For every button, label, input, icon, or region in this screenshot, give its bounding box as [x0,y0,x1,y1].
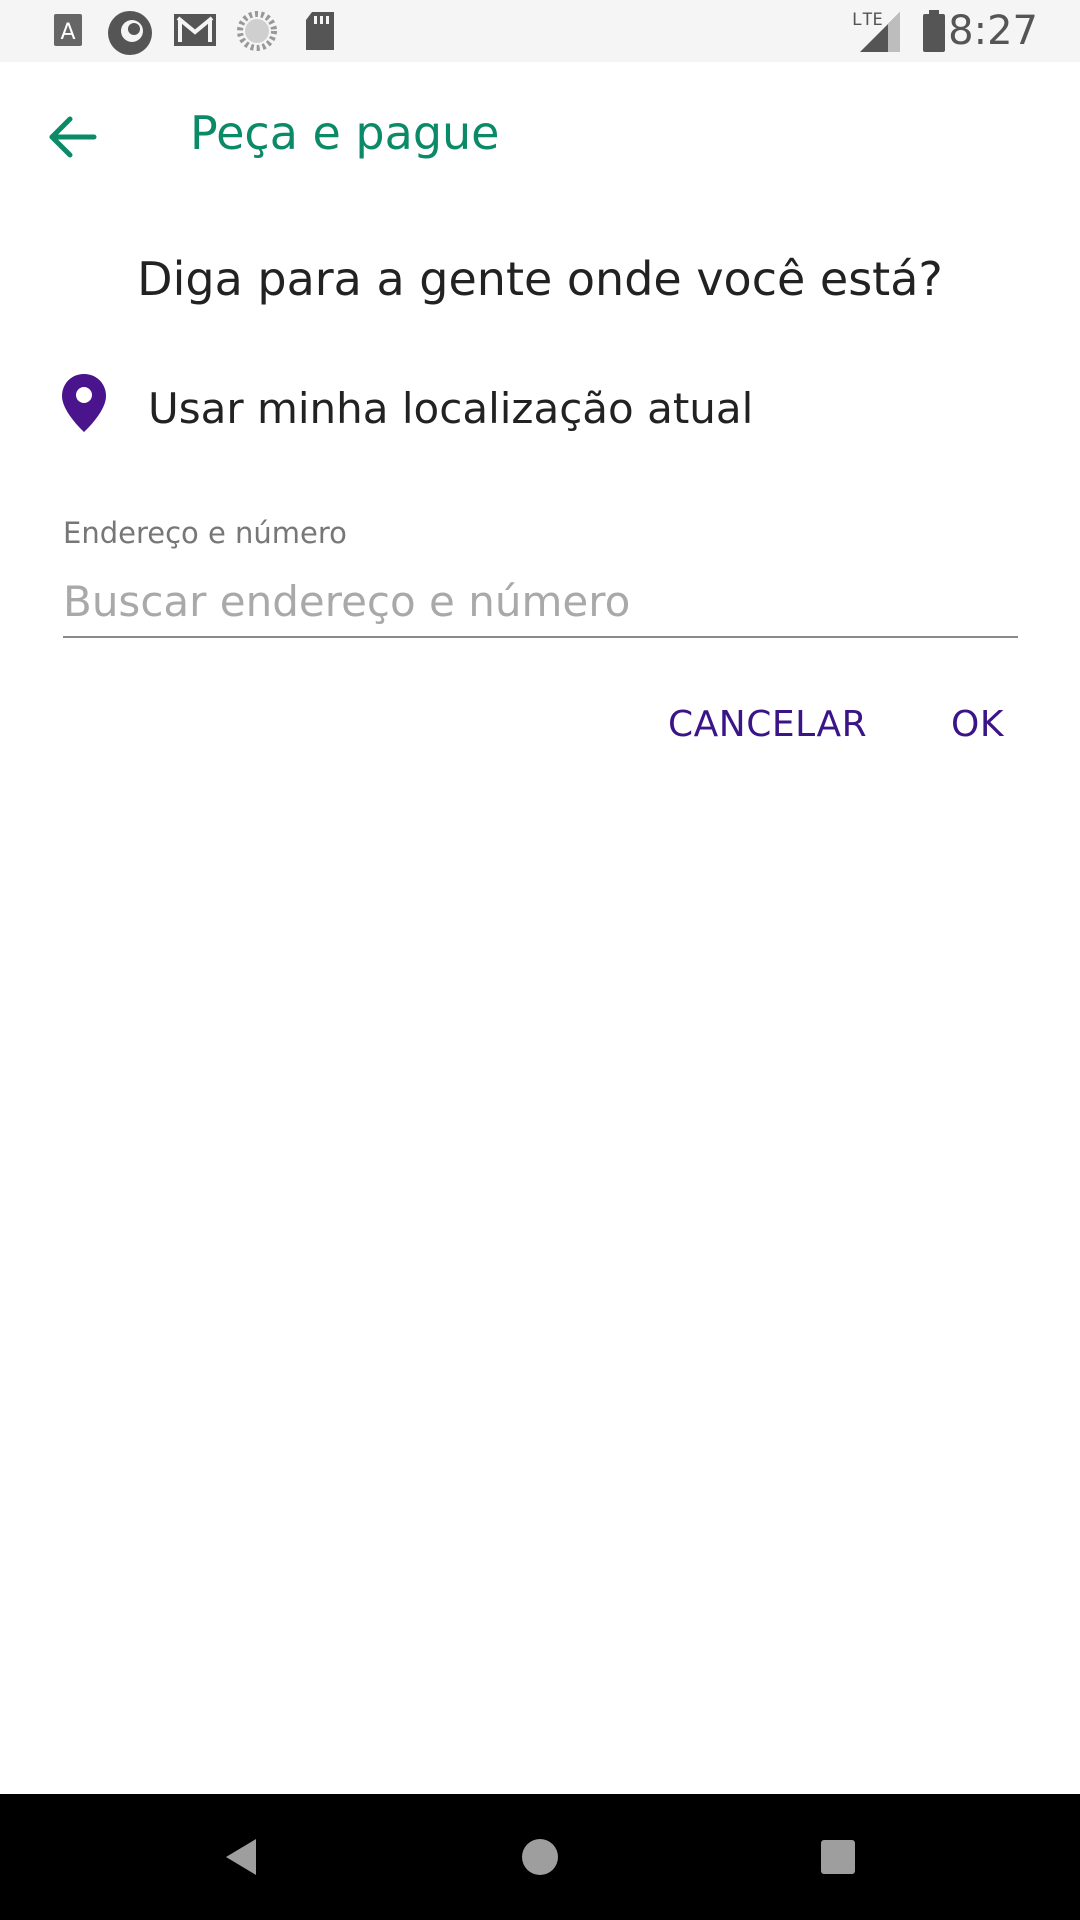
loading-icon [236,10,278,57]
toolbar: Peça e pague [0,62,1080,212]
square-recents-icon [821,1840,855,1874]
lte-label: LTE [852,10,883,30]
camera-app-icon [106,10,154,61]
status-bar: A LTE 8:27 [0,0,1080,62]
location-pin-icon [60,372,108,439]
battery-icon [920,8,948,59]
triangle-back-icon [226,1839,256,1875]
nav-back-button[interactable] [212,1827,272,1887]
back-button[interactable] [40,102,110,172]
font-app-icon: A [52,10,86,55]
cancel-button[interactable]: CANCELAR [668,704,867,745]
circle-home-icon [522,1839,558,1875]
navigation-bar [0,1794,1080,1920]
nav-recents-button[interactable] [808,1827,868,1887]
address-field-label: Endereço e número [63,516,347,550]
nav-home-button[interactable] [510,1827,570,1887]
use-current-location-label: Usar minha localização atual [148,384,754,433]
clock: 8:27 [948,8,1038,54]
address-search-input[interactable] [63,566,1018,638]
ok-button[interactable]: OK [951,704,1004,745]
gmail-icon [172,10,218,55]
location-prompt: Diga para a gente onde você está? [137,252,943,306]
page-title: Peça e pague [190,106,500,160]
use-current-location-button[interactable]: Usar minha localização atual [50,372,950,442]
sd-card-icon [302,10,338,57]
svg-text:A: A [60,20,75,45]
arrow-left-icon [49,116,97,158]
